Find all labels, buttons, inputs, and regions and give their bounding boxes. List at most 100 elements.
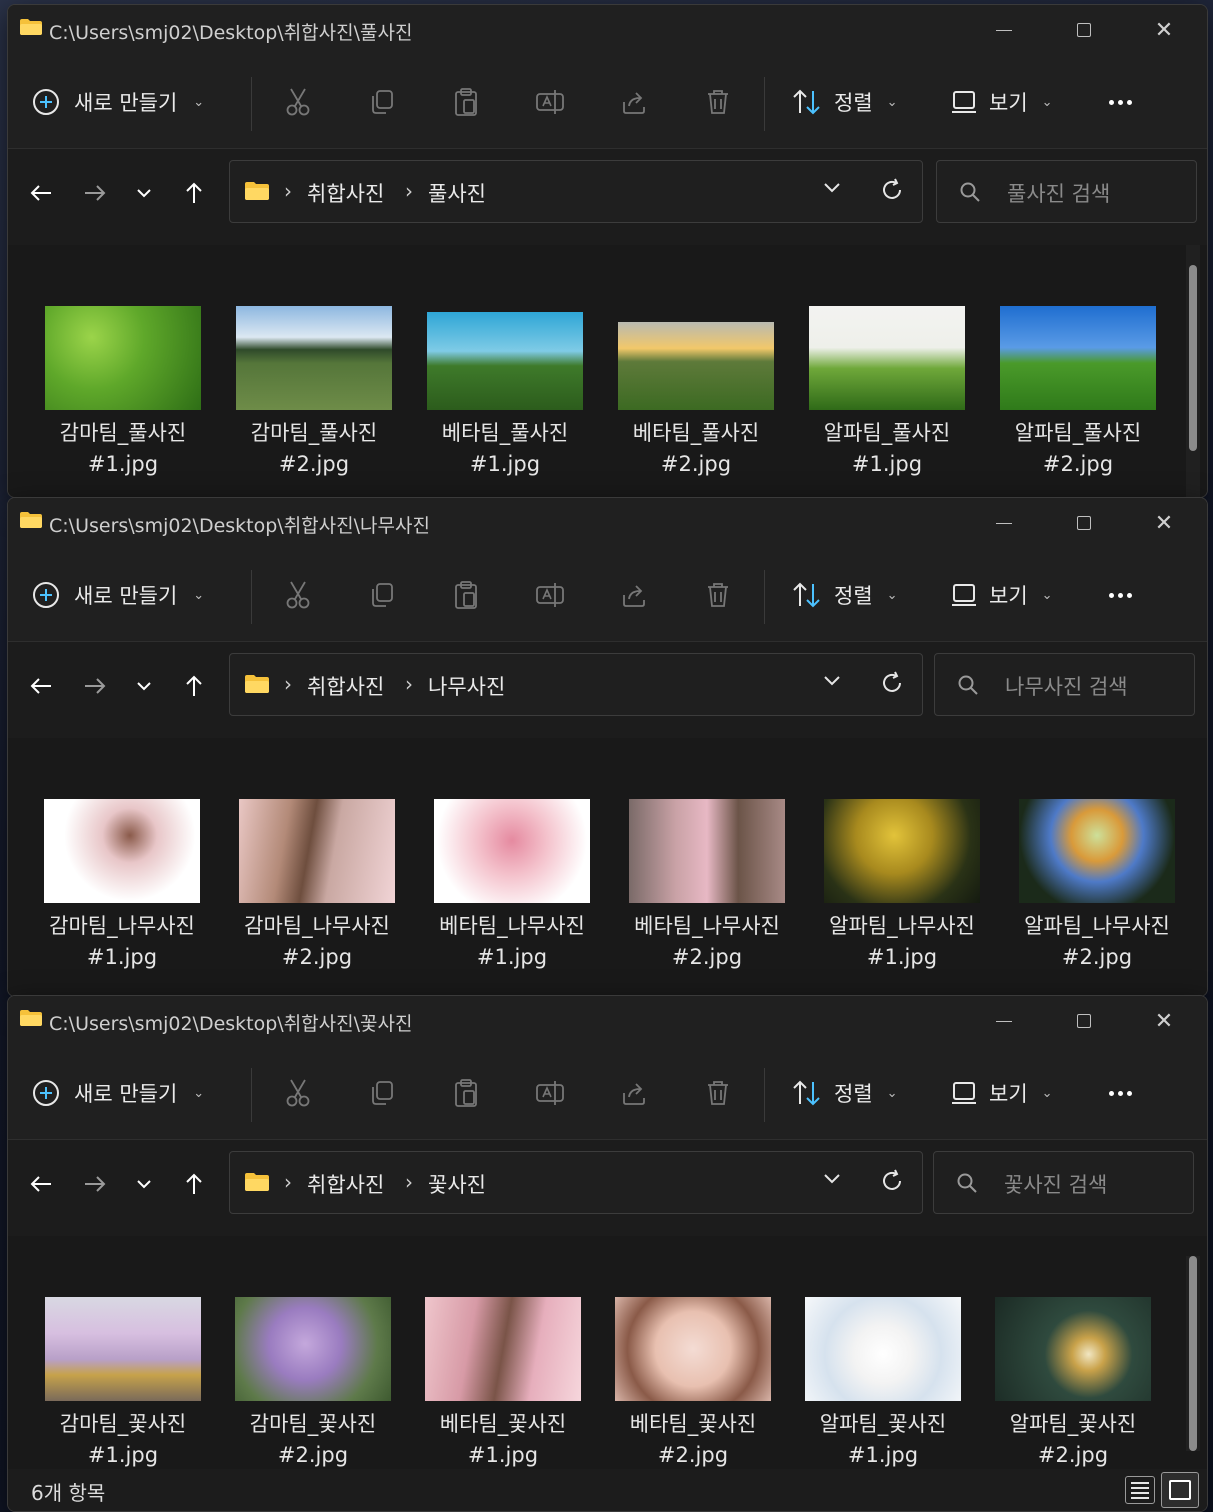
delete-button[interactable] (701, 578, 735, 612)
search-box[interactable]: 풀사진 검색 (936, 160, 1197, 223)
view-button[interactable]: 보기 ⌄ (951, 1072, 1053, 1114)
folder-icon (245, 182, 269, 200)
minimize-button[interactable] (964, 10, 1044, 50)
cut-button[interactable] (281, 1076, 315, 1110)
sort-button[interactable]: 정렬 ⌄ (792, 574, 898, 616)
share-button[interactable] (617, 85, 651, 119)
refresh-icon[interactable] (880, 1169, 904, 1193)
new-button[interactable]: 새로 만들기 ⌄ (32, 81, 204, 123)
new-button[interactable]: 새로 만들기 ⌄ (32, 574, 204, 616)
window-title: C:\Users\smj02\Desktop\취합사진\꽃사진 (49, 1013, 413, 1035)
rename-button[interactable] (533, 85, 567, 119)
more-icon[interactable] (1103, 578, 1137, 612)
recent-locations-button[interactable] (126, 1164, 162, 1204)
file-extension: #1.jpg (87, 1443, 159, 1467)
vertical-scrollbar[interactable] (1186, 245, 1200, 497)
copy-button[interactable] (365, 85, 399, 119)
recent-locations-button[interactable] (126, 173, 162, 213)
up-button[interactable] (176, 666, 212, 706)
forward-button[interactable] (77, 666, 113, 706)
cut-button[interactable] (281, 85, 315, 119)
breadcrumb-item[interactable]: 취합사진 (307, 1169, 384, 1199)
chevron-down-icon[interactable] (822, 674, 842, 688)
rename-button[interactable] (533, 578, 567, 612)
copy-button[interactable] (365, 578, 399, 612)
vertical-scrollbar[interactable] (1186, 1256, 1200, 1451)
search-box[interactable]: 꽃사진 검색 (933, 1151, 1194, 1214)
sort-button[interactable]: 정렬 ⌄ (792, 1072, 898, 1114)
new-button-label: 새로 만들기 (74, 1082, 178, 1106)
more-icon[interactable] (1103, 85, 1137, 119)
title-bar[interactable]: C:\Users\smj02\Desktop\취합사진\꽃사진 ✕ (8, 996, 1207, 1046)
share-button[interactable] (617, 1076, 651, 1110)
folder-icon (20, 512, 42, 528)
back-button[interactable] (23, 1164, 59, 1204)
address-bar[interactable]: › 취합사진 › 나무사진 (229, 653, 923, 716)
file-name: 베타팀_풀사진 (441, 421, 569, 445)
maximize-button[interactable] (1044, 503, 1124, 543)
explorer-window-tree[interactable]: C:\Users\smj02\Desktop\취합사진\나무사진 ✕ 새로 만들… (7, 497, 1208, 997)
breadcrumb-item[interactable]: 꽃사진 (428, 1169, 486, 1199)
tiles-view-icon[interactable] (1161, 1472, 1199, 1508)
minimize-button[interactable] (964, 1001, 1044, 1041)
up-button[interactable] (176, 173, 212, 213)
close-button[interactable]: ✕ (1124, 10, 1204, 50)
delete-icon (708, 1081, 728, 1105)
close-button[interactable]: ✕ (1124, 503, 1204, 543)
details-view-icon[interactable] (1125, 1476, 1155, 1504)
title-bar[interactable]: C:\Users\smj02\Desktop\취합사진\풀사진 ✕ (8, 5, 1207, 55)
sort-button[interactable]: 정렬 ⌄ (792, 81, 898, 123)
chevron-down-icon: ⌄ (886, 1085, 898, 1101)
breadcrumb-item[interactable]: 취합사진 (307, 178, 384, 208)
copy-button[interactable] (365, 1076, 399, 1110)
search-box[interactable]: 나무사진 검색 (934, 653, 1195, 716)
refresh-icon[interactable] (880, 671, 904, 695)
recent-chevron-icon (137, 189, 151, 198)
close-button[interactable]: ✕ (1124, 1001, 1204, 1041)
forward-button[interactable] (77, 173, 113, 213)
rename-button[interactable] (533, 1076, 567, 1110)
scrollbar-thumb[interactable] (1189, 1256, 1197, 1451)
cut-button[interactable] (281, 578, 315, 612)
recent-locations-button[interactable] (126, 666, 162, 706)
back-button[interactable] (23, 173, 59, 213)
minimize-button[interactable] (964, 503, 1044, 543)
chevron-down-icon[interactable] (822, 181, 842, 195)
paste-button[interactable] (449, 1076, 483, 1110)
up-button[interactable] (176, 1164, 212, 1204)
paste-button[interactable] (449, 85, 483, 119)
folder-icon (245, 675, 269, 693)
address-bar[interactable]: › 취합사진 › 풀사진 (229, 160, 923, 223)
share-button[interactable] (617, 578, 651, 612)
chevron-down-icon[interactable] (822, 1172, 842, 1186)
chevron-down-icon: ⌄ (886, 587, 898, 603)
command-bar: 새로 만들기 ⌄ 정렬 ⌄ 보기 ⌄ (8, 1046, 1207, 1140)
breadcrumb-item[interactable]: 취합사진 (307, 671, 384, 701)
refresh-icon[interactable] (880, 178, 904, 202)
more-icon[interactable] (1103, 1076, 1137, 1110)
address-bar[interactable]: › 취합사진 › 꽃사진 (229, 1151, 923, 1214)
forward-button[interactable] (77, 1164, 113, 1204)
scrollbar-thumb[interactable] (1189, 265, 1197, 451)
explorer-window-grass[interactable]: C:\Users\smj02\Desktop\취합사진\풀사진 ✕ 새로 만들기… (7, 4, 1208, 498)
breadcrumb-item[interactable]: 풀사진 (428, 178, 486, 208)
chevron-down-icon: ⌄ (1041, 587, 1053, 603)
search-icon (957, 1173, 977, 1193)
maximize-button[interactable] (1044, 10, 1124, 50)
view-button[interactable]: 보기 ⌄ (951, 81, 1053, 123)
new-button[interactable]: 새로 만들기 ⌄ (32, 1072, 204, 1114)
paste-button[interactable] (449, 578, 483, 612)
back-button[interactable] (23, 666, 59, 706)
toolbar-divider (251, 570, 252, 624)
breadcrumb-item[interactable]: 나무사진 (428, 671, 505, 701)
view-button[interactable]: 보기 ⌄ (951, 574, 1053, 616)
file-extension: #1.jpg (87, 452, 159, 476)
maximize-button[interactable] (1044, 1001, 1124, 1041)
recent-chevron-icon (137, 1180, 151, 1189)
delete-button[interactable] (701, 1076, 735, 1110)
title-bar[interactable]: C:\Users\smj02\Desktop\취합사진\나무사진 ✕ (8, 498, 1207, 548)
view-icon (952, 91, 976, 113)
explorer-window-flower[interactable]: C:\Users\smj02\Desktop\취합사진\꽃사진 ✕ 새로 만들기… (7, 995, 1208, 1512)
delete-button[interactable] (701, 85, 735, 119)
plus-circle-icon (33, 1080, 59, 1106)
